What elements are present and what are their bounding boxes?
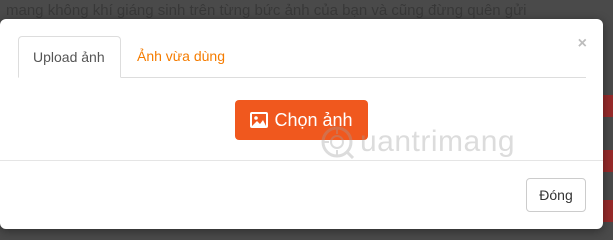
tab-upload-image[interactable]: Upload ảnh xyxy=(18,36,121,78)
background-article-text: mang không khí giáng sinh trên từng bức … xyxy=(6,2,527,19)
choose-image-button[interactable]: Chọn ảnh xyxy=(235,100,368,140)
choose-image-label: Chọn ảnh xyxy=(274,109,353,130)
close-dialog-button[interactable]: Đóng xyxy=(526,178,586,212)
tab-recent-images[interactable]: Ảnh vừa dùng xyxy=(123,36,239,77)
dialog-tabs: Upload ảnh Ảnh vừa dùng xyxy=(18,36,586,78)
footer-divider xyxy=(0,160,603,161)
image-icon xyxy=(250,112,269,128)
watermark-text: uantrimang xyxy=(360,125,516,158)
upload-image-dialog: × Upload ảnh Ảnh vừa dùng Chọn ảnh uantr… xyxy=(0,19,603,229)
